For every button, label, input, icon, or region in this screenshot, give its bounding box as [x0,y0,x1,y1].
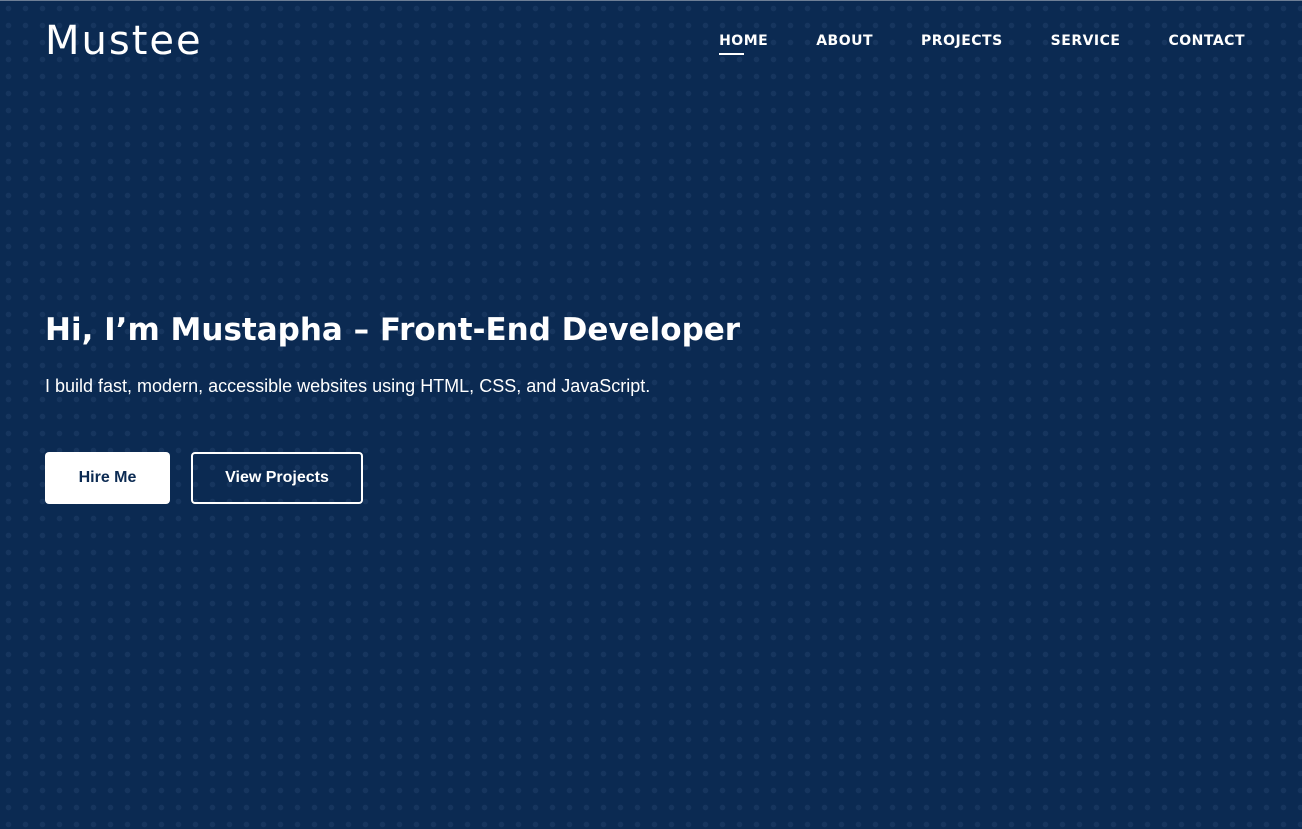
nav-item-home[interactable]: HOME [719,31,768,55]
nav-item-contact[interactable]: CONTACT [1168,31,1245,51]
hero-actions: Hire Me View Projects [45,452,740,504]
hero-section: Hi, I’m Mustapha – Front-End Developer I… [45,306,740,504]
nav-item-projects[interactable]: PROJECTS [921,31,1003,51]
site-header: Mustee HOME ABOUT PROJECTS SERVICE CONTA… [0,0,1302,82]
view-projects-button[interactable]: View Projects [191,452,363,504]
hero-subtitle: I build fast, modern, accessible website… [45,376,651,396]
hire-me-button[interactable]: Hire Me [45,452,170,504]
nav-item-service[interactable]: SERVICE [1051,31,1121,51]
site-logo[interactable]: Mustee [45,18,203,64]
hero-title: Hi, I’m Mustapha – Front-End Developer [45,312,741,348]
main-nav: HOME ABOUT PROJECTS SERVICE CONTACT [719,31,1245,55]
nav-item-about[interactable]: ABOUT [816,31,873,51]
